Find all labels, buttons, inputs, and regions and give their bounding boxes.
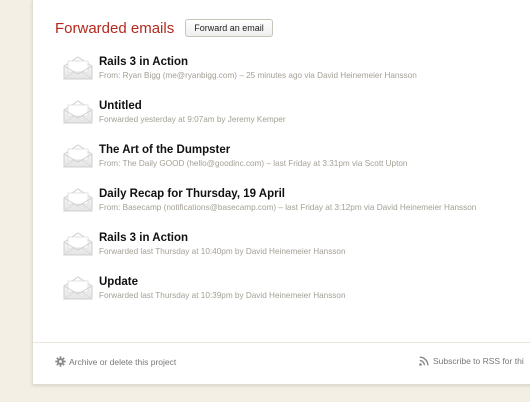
email-subject-link[interactable]: Rails 3 in Action <box>99 232 188 244</box>
email-subject-link[interactable]: Rails 3 in Action <box>99 56 188 68</box>
email-meta: Forwarded last Thursday at 10:40pm by Da… <box>99 247 346 256</box>
email-meta: From: The Daily GOOD (hello@goodinc.com)… <box>99 159 408 168</box>
email-meta: Forwarded yesterday at 9:07am by Jeremy … <box>99 115 286 124</box>
footer-divider <box>33 342 530 343</box>
email-item[interactable]: Update Forwarded last Thursday at 10:39pm… <box>63 274 530 318</box>
email-item[interactable]: Rails 3 in Action From: Ryan Bigg (me@rya… <box>63 54 530 98</box>
email-subject-link[interactable]: The Art of the Dumpster <box>99 144 230 156</box>
email-meta: Forwarded last Thursday at 10:39pm by Da… <box>99 291 346 300</box>
rss-label: Subscribe to RSS for thi <box>433 356 524 366</box>
email-meta: From: Basecamp (notifications@basecamp.c… <box>99 203 477 212</box>
email-subject-link[interactable]: Untitled <box>99 100 142 112</box>
email-item[interactable]: The Art of the Dumpster From: The Daily G… <box>63 142 530 186</box>
open-envelope-icon <box>63 188 93 212</box>
rss-icon <box>419 356 429 366</box>
forwarded-emails-header: Forwarded emails Forward an email <box>55 19 273 37</box>
archive-delete-label: Archive or delete this project <box>69 356 177 367</box>
email-subject-link[interactable]: Daily Recap for Thursday, 19 April <box>99 188 285 200</box>
open-envelope-icon <box>63 100 93 124</box>
email-list: Rails 3 in Action From: Ryan Bigg (me@rya… <box>63 54 530 318</box>
open-envelope-icon <box>63 232 93 256</box>
archive-delete-link[interactable]: Archive or delete this project <box>55 356 176 367</box>
rss-subscribe-link[interactable]: Subscribe to RSS for thi <box>419 356 524 366</box>
open-envelope-icon <box>63 144 93 168</box>
gear-icon <box>55 356 66 367</box>
email-item[interactable]: Untitled Forwarded yesterday at 9:07am by… <box>63 98 530 142</box>
email-item[interactable]: Rails 3 in Action Forwarded last Thursday… <box>63 230 530 274</box>
email-item[interactable]: Daily Recap for Thursday, 19 April From: … <box>63 186 530 230</box>
project-card: Forwarded emails Forward an email Rails … <box>32 0 530 385</box>
open-envelope-icon <box>63 276 93 300</box>
forward-email-button[interactable]: Forward an email <box>185 19 273 37</box>
email-meta: From: Ryan Bigg (me@ryanbigg.com) – 25 m… <box>99 71 417 80</box>
open-envelope-icon <box>63 56 93 80</box>
email-subject-link[interactable]: Update <box>99 276 138 288</box>
section-title: Forwarded emails <box>55 19 175 37</box>
